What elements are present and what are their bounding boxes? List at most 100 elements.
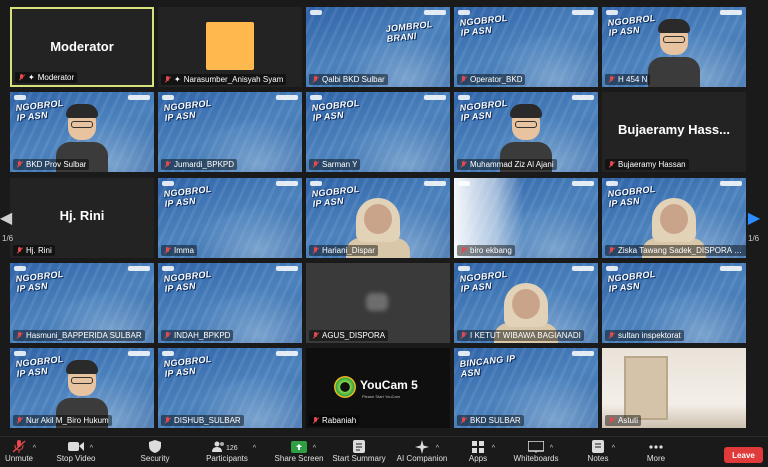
participant-tile[interactable]: NGOBROL IP ASN BKD Prov Sulbar <box>10 92 154 172</box>
participant-tile[interactable]: NGOBROL IP ASN Operator_BKD <box>454 7 598 87</box>
event-logo <box>162 181 174 186</box>
security-button[interactable]: Security <box>138 437 172 467</box>
name-tag: Jumardi_BPKPD <box>161 159 238 170</box>
mic-muted-icon <box>608 246 615 255</box>
participant-tile[interactable]: NGOBROL IP ASN Ziska Tawang Sadek_DISPORA… <box>602 178 746 258</box>
video-grid: Moderator ✦ Moderator ✦ Narasumber_Anisyah S… <box>0 0 768 434</box>
mic-muted-icon <box>164 331 171 340</box>
participant-name: Sarman Y <box>322 160 358 169</box>
event-logo <box>276 95 298 100</box>
participant-tile[interactable]: NGOBROL IP ASN Jumardi_BPKPD <box>158 92 302 172</box>
whiteboards-button[interactable]: ^ Whiteboards <box>514 437 558 467</box>
participant-name: Qalbi BKD Sulbar <box>322 75 385 84</box>
name-tag: sultan inspektorat <box>605 330 684 341</box>
whiteboard-icon: ^ <box>528 440 553 453</box>
participant-name: INDAH_BPKPD <box>174 331 231 340</box>
virtual-background-banner: NGOBROL IP ASN <box>163 183 212 209</box>
event-logo <box>310 181 322 186</box>
host-icon: ✦ <box>174 75 181 84</box>
mic-muted-icon <box>16 416 23 425</box>
ai-companion-icon: ^ <box>414 439 439 454</box>
name-tag: I KETUT WIBAWA BAGIANADI <box>457 330 584 341</box>
mic-muted-icon: ^ <box>11 440 36 453</box>
participant-name: Hj. Rini <box>26 246 52 255</box>
virtual-background-banner: NGOBROL IP ASN <box>459 12 508 38</box>
participant-display-name: Hj. Rini <box>59 208 105 223</box>
host-icon: ✦ <box>28 73 35 82</box>
more-button[interactable]: More <box>644 437 668 467</box>
participant-name: Imma <box>174 246 194 255</box>
participant-tile[interactable]: Astuti <box>602 348 746 428</box>
participant-tile[interactable]: JOMBROL BRANI Qalbi BKD Sulbar <box>306 7 450 87</box>
participant-tile[interactable]: Hj. Rini Hj. Rini <box>10 178 154 258</box>
mic-muted-icon <box>312 416 319 425</box>
participant-tile[interactable]: NGOBROL IP ASN DISHUB_SULBAR <box>158 348 302 428</box>
name-tag: Nur Akil M_Biro Hukum <box>13 415 112 426</box>
participant-tile[interactable]: NGOBROL IP ASN sultan inspektorat <box>602 263 746 343</box>
event-logo <box>572 95 594 100</box>
participant-tile[interactable]: BINCANG IP ASN BKD SULBAR <box>454 348 598 428</box>
participants-button[interactable]: 126 ^ Participants <box>200 437 256 467</box>
apps-button[interactable]: ^ Apps <box>466 437 495 467</box>
unmute-button[interactable]: ^ Unmute <box>2 437 36 467</box>
start-summary-button[interactable]: Start Summary <box>332 437 386 467</box>
prev-page-arrow[interactable]: ◀ <box>0 206 12 230</box>
participant-tile[interactable]: NGOBROL IP ASN Muhammad Ziz Al Ajani <box>454 92 598 172</box>
name-tag: H 454 N <box>605 74 651 85</box>
participant-tile[interactable]: NGOBROL IP ASN I KETUT WIBAWA BAGIANADI <box>454 263 598 343</box>
name-tag: BKD SULBAR <box>457 415 524 426</box>
page-indicator-right: 1/6 <box>748 234 760 243</box>
participant-name: Astuti <box>618 416 639 425</box>
notes-button[interactable]: ^ Notes <box>586 437 615 467</box>
mic-muted-icon <box>608 416 615 425</box>
name-tag: INDAH_BPKPD <box>161 330 234 341</box>
participant-tile[interactable]: AGUS_DISPORA <box>306 263 450 343</box>
participant-tile[interactable]: NGOBROL IP ASN H 454 N <box>602 7 746 87</box>
participant-tile[interactable]: NGOBROL IP ASN Hariani_Dispar <box>306 178 450 258</box>
participant-video <box>624 356 668 420</box>
participant-tile[interactable]: NGOBROL IP ASN Sarman Y <box>306 92 450 172</box>
name-tag: Qalbi BKD Sulbar <box>309 74 388 85</box>
participant-tile[interactable]: ✦ Narasumber_Anisyah Syam <box>158 7 302 87</box>
event-logo <box>458 266 470 271</box>
name-tag: Sarman Y <box>309 159 361 170</box>
participant-tile[interactable]: NGOBROL IP ASN INDAH_BPKPD <box>158 263 302 343</box>
participant-display-name: Moderator <box>50 39 114 54</box>
participant-name: DISHUB_SULBAR <box>174 416 241 425</box>
virtual-background-banner: NGOBROL IP ASN <box>15 268 64 294</box>
mic-muted-icon <box>460 331 467 340</box>
participant-tile[interactable]: biro ekbang <box>454 178 598 258</box>
participant-tile[interactable]: NGOBROL IP ASN Imma <box>158 178 302 258</box>
stop-video-button[interactable]: ^ Stop Video <box>56 437 96 467</box>
participant-tile[interactable]: YouCam 5 Please Start YouCam Rabaniah <box>306 348 450 428</box>
mic-muted-icon <box>312 331 319 340</box>
name-tag: Rabaniah <box>309 415 360 426</box>
mic-muted-icon <box>608 331 615 340</box>
event-logo <box>720 10 742 15</box>
event-logo <box>458 95 470 100</box>
participant-tile[interactable]: Bujaeramy Hass... Bujaeramy Hassan <box>602 92 746 172</box>
participant-tile[interactable]: Moderator ✦ Moderator <box>10 7 154 87</box>
event-logo <box>720 266 742 271</box>
mic-muted-icon <box>608 160 615 169</box>
event-logo <box>458 351 470 356</box>
video-icon: ^ <box>68 440 93 453</box>
event-logo <box>572 181 594 186</box>
share-screen-button[interactable]: ^ Share Screen <box>275 437 323 467</box>
ai-companion-button[interactable]: ^ AI Companion <box>396 437 448 467</box>
name-tag: ✦ Narasumber_Anisyah Syam <box>161 74 287 85</box>
name-tag: Ziska Tawang Sadek_DISPORA Pro... <box>605 245 746 256</box>
participant-name: Muhammad Ziz Al Ajani <box>470 160 554 169</box>
name-tag: Hasmuni_BAPPERIDA SULBAR <box>13 330 145 341</box>
event-logo <box>424 181 446 186</box>
participant-name: I KETUT WIBAWA BAGIANADI <box>470 331 581 340</box>
participant-tile[interactable]: NGOBROL IP ASN Nur Akil M_Biro Hukum <box>10 348 154 428</box>
next-page-arrow[interactable]: ▶ <box>748 206 760 230</box>
leave-button[interactable]: Leave <box>724 447 763 463</box>
name-tag: Hj. Rini <box>13 245 55 256</box>
event-logo <box>458 10 470 15</box>
virtual-background-banner: NGOBROL IP ASN <box>163 97 212 123</box>
participant-tile[interactable]: NGOBROL IP ASN Hasmuni_BAPPERIDA SULBAR <box>10 263 154 343</box>
mic-muted-icon <box>312 246 319 255</box>
participant-count: 126 <box>226 445 238 452</box>
